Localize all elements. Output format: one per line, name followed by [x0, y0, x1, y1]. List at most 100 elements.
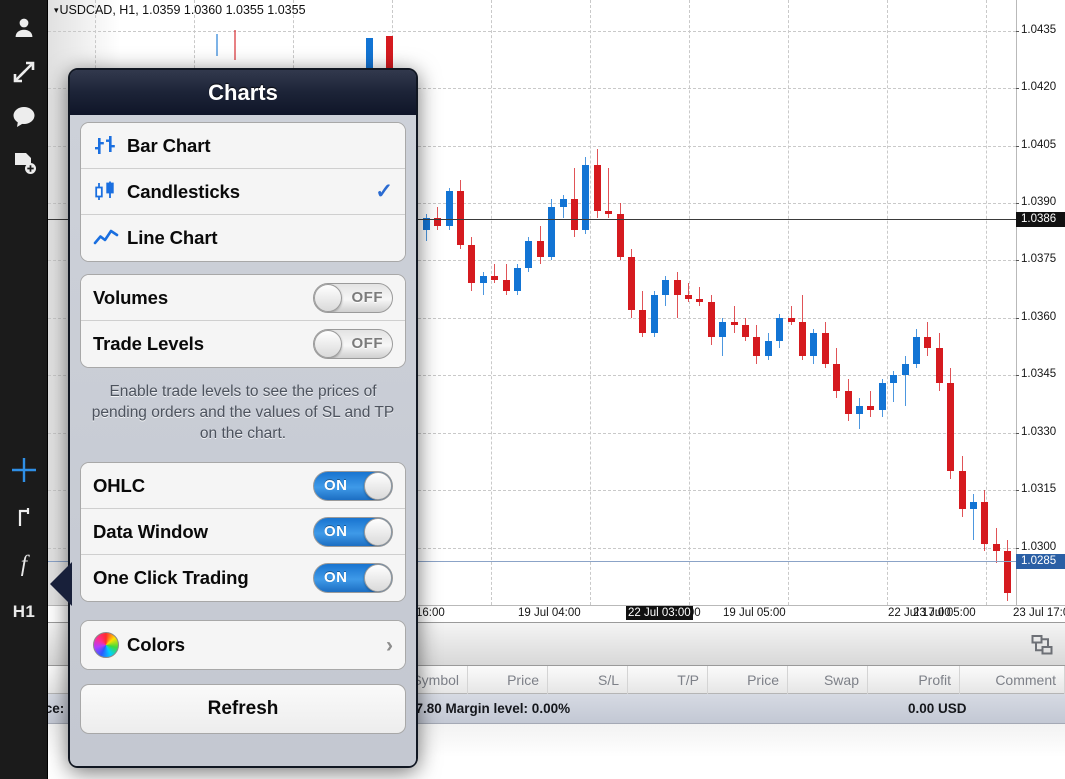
candle: [958, 455, 966, 517]
ohlc-text: USDCAD, H1, 1.0359 1.0360 1.0355 1.0355: [59, 3, 306, 17]
candle-wick: [790, 306, 792, 326]
time-tick: 16:00: [416, 607, 445, 619]
toggle-state: OFF: [351, 335, 383, 352]
crosshair-icon[interactable]: [0, 448, 48, 492]
one-click-trading-toggle[interactable]: ON: [313, 563, 393, 593]
column-header[interactable]: Comment: [960, 666, 1065, 694]
timeframe-button[interactable]: H1: [0, 590, 48, 634]
new-chart-icon[interactable]: [0, 140, 48, 184]
candle: [833, 348, 841, 399]
grid-line-v: [887, 0, 888, 605]
refresh-button[interactable]: Refresh: [80, 684, 406, 734]
ohlc-toggle[interactable]: ON: [313, 470, 393, 501]
column-header[interactable]: Profit: [868, 666, 960, 694]
candle: [913, 329, 920, 368]
candle-body: [764, 340, 772, 357]
toggle-knob: [314, 283, 342, 312]
column-header[interactable]: T/P: [628, 666, 708, 694]
candle-body: [719, 321, 727, 337]
volumes-toggle[interactable]: OFF: [313, 282, 393, 313]
candle: [605, 168, 613, 219]
candle-body: [650, 294, 658, 334]
setting-label: Trade Levels: [93, 333, 204, 354]
candle: [650, 291, 658, 337]
candle: [970, 493, 977, 540]
chat-icon[interactable]: [0, 95, 48, 139]
menu-item-candlesticks[interactable]: Candlesticks ✓: [81, 169, 405, 215]
bid-dash-b: [720, 219, 732, 220]
candle: [742, 317, 749, 341]
price-tick-dash: [1016, 88, 1019, 90]
left-sidebar: f H1: [0, 0, 48, 779]
setting-row-ohlc[interactable]: OHLC ON: [81, 463, 405, 509]
toggle-state: ON: [324, 476, 348, 494]
price-tick: 1.0375: [1016, 253, 1065, 265]
candle-body: [491, 275, 499, 280]
data-window-toggle[interactable]: ON: [313, 516, 393, 547]
candle-body: [502, 279, 510, 291]
grid-line-v: [491, 0, 492, 605]
grid-line-h: [48, 30, 1016, 32]
candle: [696, 287, 704, 307]
candle: [502, 264, 510, 295]
price-tick: 1.0435: [1016, 24, 1065, 36]
candle: [582, 156, 590, 234]
candle-body: [479, 275, 487, 284]
layout-icon[interactable]: [1019, 623, 1065, 667]
column-header[interactable]: Price: [468, 666, 548, 694]
menu-item-colors[interactable]: Colors ›: [81, 621, 405, 669]
candle-body: [616, 214, 624, 257]
price-axis[interactable]: 1.0435 1.0420 1.0405 1.0390 1.0375 1.0360 1.03…: [1016, 0, 1065, 605]
candle: [468, 237, 476, 291]
trade-levels-group: Volumes OFF Trade Levels OFF: [80, 274, 406, 368]
margin-level: 97.80 Margin level: 0.00%: [408, 701, 571, 716]
setting-row-one-click-trading[interactable]: One Click Trading ON: [81, 555, 405, 601]
candle: [924, 321, 932, 357]
bid-dash-a: [698, 219, 714, 220]
candle: [514, 264, 521, 295]
price-tick-dash: [1016, 145, 1019, 147]
candle: [525, 237, 533, 272]
account-icon[interactable]: [0, 6, 48, 50]
candle: [491, 264, 499, 284]
menu-label: Candlesticks: [127, 180, 240, 202]
candle: [981, 490, 989, 552]
column-header[interactable]: Swap: [788, 666, 868, 694]
menu-label: Bar Chart: [127, 134, 211, 156]
candle: [856, 398, 863, 429]
candle-body: [970, 501, 977, 510]
candle-body: [958, 470, 966, 510]
toggle-knob: [364, 564, 392, 592]
candle-body: [673, 279, 681, 295]
candle-body: [981, 501, 989, 544]
grid-line-v: [590, 0, 591, 605]
objects-icon[interactable]: [0, 495, 48, 539]
setting-row-trade-levels[interactable]: Trade Levels OFF: [81, 321, 405, 367]
candle: [719, 317, 727, 357]
indicators-icon[interactable]: f: [0, 542, 48, 586]
menu-item-bar-chart[interactable]: Bar Chart: [81, 123, 405, 169]
menu-item-line-chart[interactable]: Line Chart: [81, 215, 405, 261]
setting-label: Volumes: [93, 286, 169, 308]
trade-levels-hint: Enable trade levels to see the prices of…: [91, 383, 395, 442]
app-root: f H1 ▾USDCAD, H1, 1.0359 1.0360 1.0355 1…: [0, 0, 1065, 779]
candle-body: [685, 294, 692, 299]
trade-levels-toggle[interactable]: OFF: [313, 329, 393, 359]
price-tick: 1.0300: [1016, 541, 1065, 553]
candle-body: [787, 317, 795, 322]
candle: [593, 149, 601, 219]
candle-body: [753, 336, 761, 357]
column-header[interactable]: S/L: [548, 666, 628, 694]
candle-body: [571, 199, 578, 230]
candle-body: [913, 336, 920, 364]
column-header[interactable]: Price: [708, 666, 788, 694]
candle-body: [662, 279, 670, 295]
trade-icon[interactable]: [0, 50, 48, 94]
candle: [787, 306, 795, 326]
toggle-state: ON: [324, 569, 348, 586]
candle-body: [707, 302, 715, 337]
candle: [662, 275, 670, 307]
setting-row-data-window[interactable]: Data Window ON: [81, 509, 405, 555]
candle-wick: [494, 264, 496, 284]
setting-row-volumes[interactable]: Volumes OFF: [81, 275, 405, 321]
